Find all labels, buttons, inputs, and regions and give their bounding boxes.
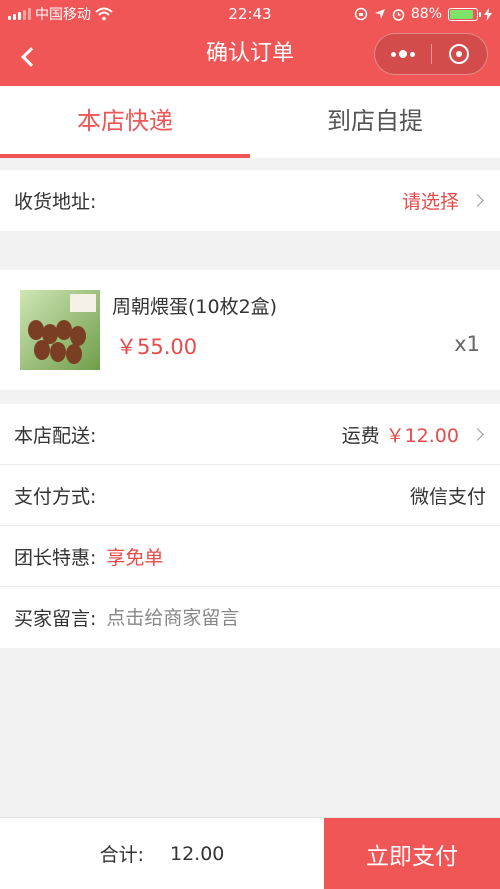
leader-offer-label: 团长特惠: (14, 546, 97, 569)
product-price: ￥55.00 (116, 335, 198, 359)
total-label: 合计: (99, 844, 144, 866)
shipping-prefix: 运费 (341, 424, 380, 447)
address-label: 收货地址: (14, 191, 97, 213)
shipping-fee: ￥12.00 (385, 424, 459, 447)
buyer-message-input[interactable] (106, 606, 486, 629)
mini-program-capsule (374, 33, 488, 75)
product-quantity: x1 (454, 332, 480, 356)
leader-offer-value: 享免单 (106, 546, 164, 569)
product-card: 周朝煨蛋(10枚2盒) ￥55.00 x1 (0, 270, 500, 390)
delivery-label: 本店配送: (14, 424, 97, 447)
target-icon (449, 44, 470, 64)
signal-icon (8, 8, 31, 20)
lock-rotation-icon (354, 7, 368, 21)
address-select-value: 请选择 (401, 191, 459, 213)
order-total: 合计: 12.00 (0, 818, 324, 889)
leader-offer-row: 团长特惠: 享免单 (0, 526, 500, 587)
carrier-label: 中国移动 (35, 7, 91, 23)
total-value: 12.00 (170, 842, 225, 865)
delivery-row[interactable]: 本店配送: 运费 ￥12.00 (0, 404, 500, 465)
delivery-tabs: 本店快递 到店自提 (0, 86, 500, 158)
message-row: 买家留言: (0, 587, 500, 648)
product-name: 周朝煨蛋(10枚2盒) (112, 296, 278, 318)
payment-row: 支付方式: 微信支付 (0, 465, 500, 526)
close-mini-program-button[interactable] (432, 44, 488, 64)
battery-icon (448, 7, 481, 21)
tab-store-pickup[interactable]: 到店自提 (250, 86, 500, 158)
location-icon (374, 9, 385, 19)
status-bar: 中国移动 22:43 88% (0, 0, 500, 28)
pay-now-button[interactable]: 立即支付 (324, 818, 500, 889)
checkout-bar: 合计: 12.00 立即支付 (0, 817, 500, 889)
charging-icon (484, 7, 492, 21)
navigation-bar: 确认订单 (0, 28, 500, 86)
address-section: 收货地址: 请选择 (0, 170, 500, 231)
address-row[interactable]: 收货地址: 请选择 (0, 170, 500, 231)
more-button[interactable] (375, 50, 431, 58)
alarm-icon (392, 8, 405, 21)
order-details: 本店配送: 运费 ￥12.00 支付方式: 微信支付 团长特惠: 享免单 买家留… (0, 404, 500, 648)
chevron-right-icon (471, 427, 484, 441)
payment-label: 支付方式: (14, 485, 97, 508)
battery-percent: 88% (410, 6, 442, 22)
product-image (20, 290, 100, 370)
payment-method: 微信支付 (409, 485, 486, 508)
chevron-right-icon (471, 194, 484, 207)
message-label: 买家留言: (14, 608, 97, 630)
wifi-icon (95, 7, 113, 21)
tab-store-express[interactable]: 本店快递 (0, 86, 250, 158)
